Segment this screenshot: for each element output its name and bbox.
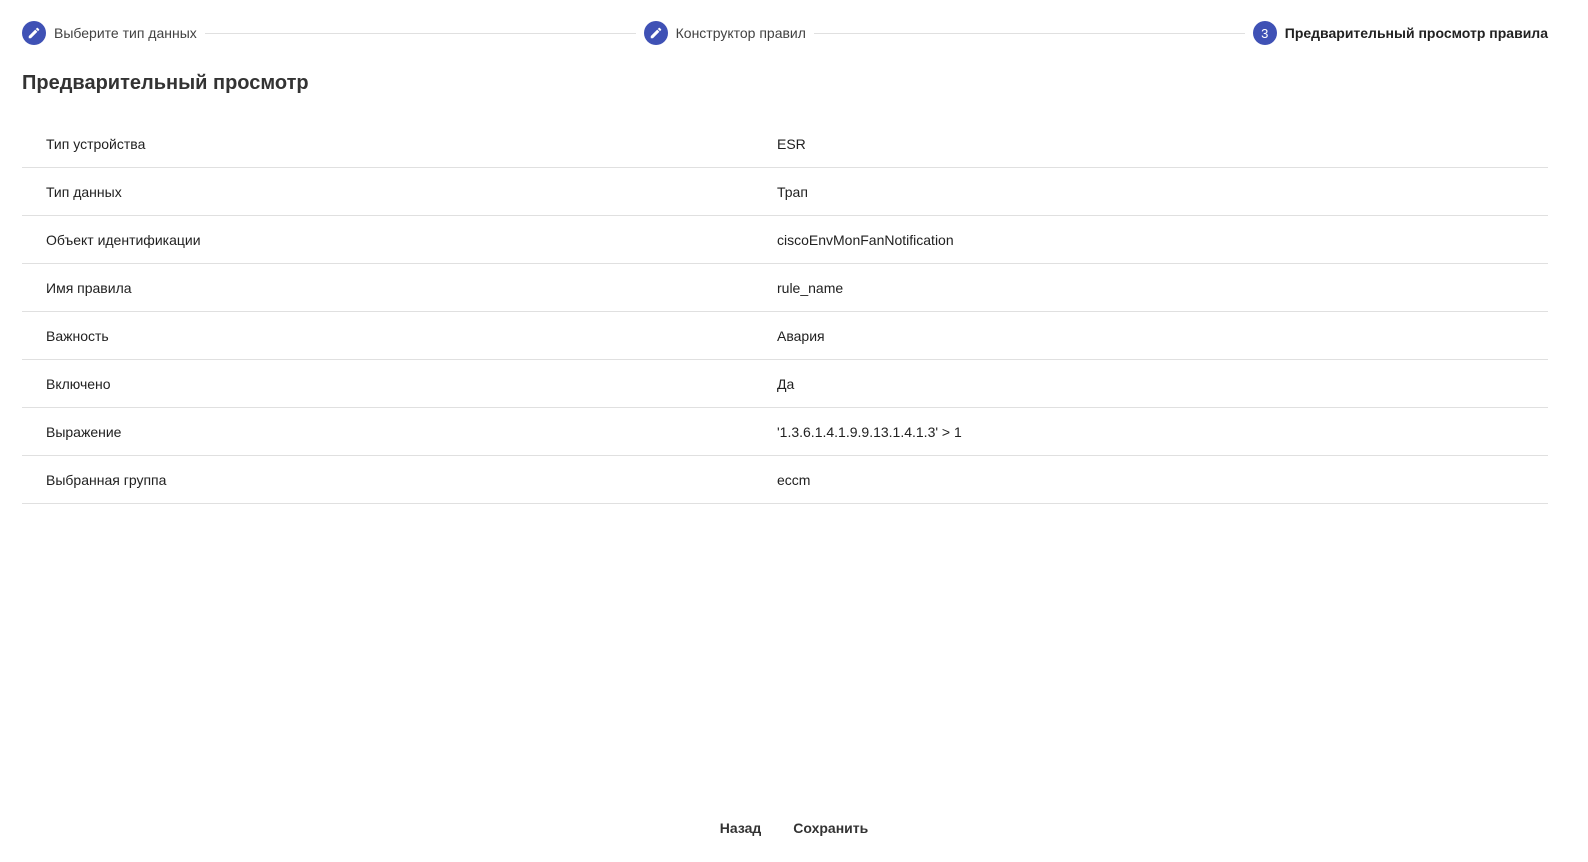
edit-icon — [643, 21, 668, 45]
back-button[interactable]: Назад — [709, 812, 773, 844]
table-row: Имя правила rule_name — [22, 264, 1548, 312]
step-rule-preview[interactable]: 3 Предварительный просмотр правила — [1252, 21, 1548, 45]
edit-icon — [22, 21, 46, 45]
row-value: rule_name — [777, 279, 844, 296]
step-label: Выберите тип данных — [54, 25, 197, 41]
row-label: Тип устройства — [46, 135, 146, 152]
table-row: Тип устройства ESR — [22, 120, 1548, 168]
table-row: Тип данных Трап — [22, 168, 1548, 216]
step-connector — [204, 32, 636, 34]
page-title: Предварительный просмотр — [22, 72, 309, 94]
row-value: Трап — [777, 183, 808, 200]
step-select-data-type[interactable]: Выберите тип данных — [22, 21, 197, 45]
row-value: ciscoEnvMonFanNotification — [777, 231, 954, 248]
table-row: Выражение '1.3.6.1.4.1.9.9.13.1.4.1.3' >… — [22, 408, 1548, 456]
row-label: Важность — [46, 327, 109, 344]
step-number: 3 — [1252, 21, 1277, 45]
row-value: ESR — [777, 135, 806, 152]
table-row: Выбранная группа eccm — [22, 456, 1548, 504]
row-value: '1.3.6.1.4.1.9.9.13.1.4.1.3' > 1 — [777, 423, 962, 440]
row-value: Да — [777, 375, 795, 392]
table-row: Объект идентификации ciscoEnvMonFanNotif… — [22, 216, 1548, 264]
table-row: Включено Да — [22, 360, 1548, 408]
form-actions: Назад Сохранить — [0, 812, 1588, 844]
table-row: Важность Авария — [22, 312, 1548, 360]
row-label: Выбранная группа — [46, 471, 167, 488]
row-label: Выражение — [46, 423, 122, 440]
step-rule-builder[interactable]: Конструктор правил — [643, 21, 806, 45]
row-label: Включено — [46, 375, 111, 392]
row-label: Имя правила — [46, 279, 132, 296]
save-button[interactable]: Сохранить — [782, 812, 879, 844]
row-value: Авария — [777, 327, 825, 344]
step-label: Предварительный просмотр правила — [1284, 25, 1548, 41]
row-label: Объект идентификации — [46, 231, 201, 248]
row-value: eccm — [777, 471, 811, 488]
step-connector — [813, 32, 1245, 34]
stepper: Выберите тип данных Конструктор правил 3… — [22, 21, 1548, 45]
preview-table: Тип устройства ESR Тип данных Трап Объек… — [22, 120, 1548, 504]
step-label: Конструктор правил — [675, 25, 806, 41]
row-label: Тип данных — [46, 183, 122, 200]
